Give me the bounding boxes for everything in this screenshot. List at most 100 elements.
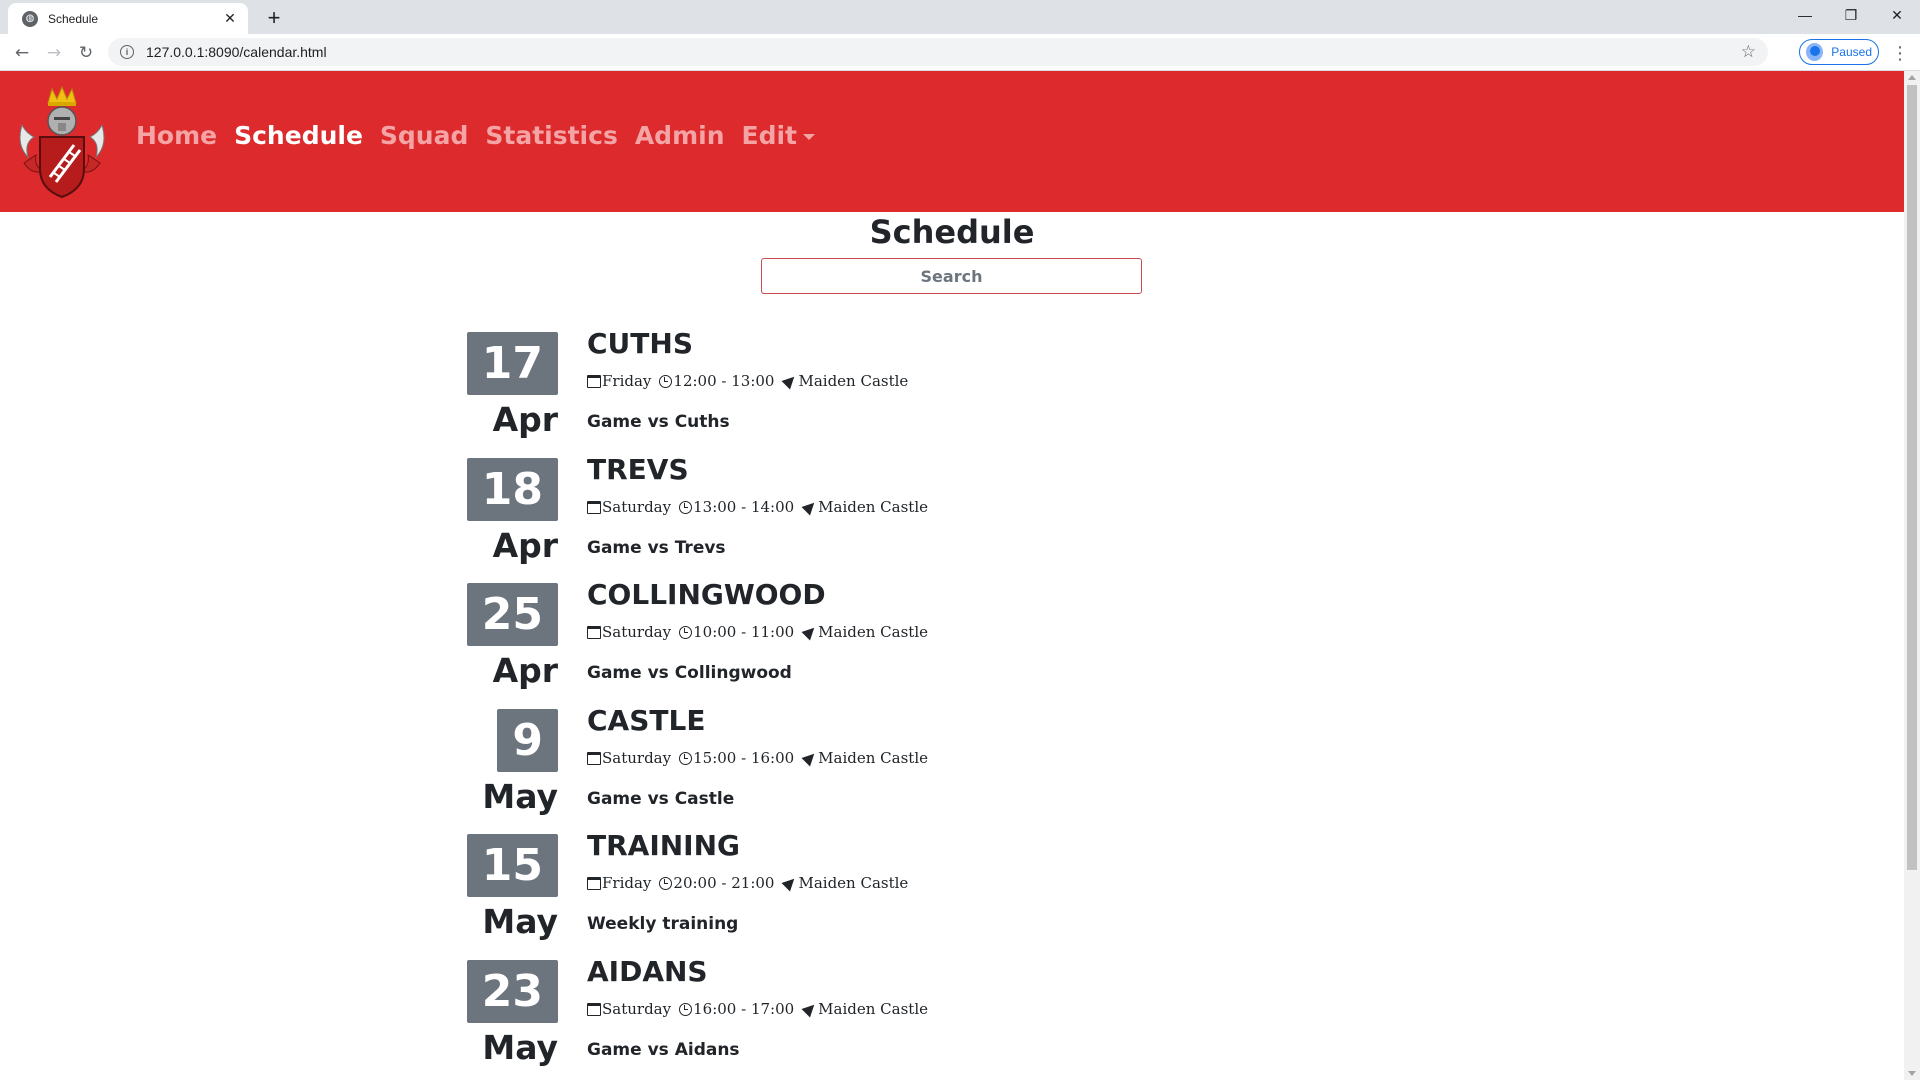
date-month: May: [482, 777, 558, 816]
calendar-icon: [587, 500, 601, 514]
reload-icon[interactable]: ↻: [72, 39, 100, 67]
new-tab-button[interactable]: +: [260, 4, 288, 32]
date-day-badge: 15: [466, 834, 558, 897]
scroll-down-arrow-icon[interactable]: [1908, 1071, 1916, 1076]
minimize-button[interactable]: —: [1782, 0, 1828, 30]
event-location: Maiden Castle: [818, 498, 928, 516]
location-arrow-icon: [801, 749, 819, 767]
event-location: Maiden Castle: [818, 1000, 928, 1018]
calendar-icon: [587, 751, 601, 765]
event-time: 12:00 - 13:00: [673, 372, 775, 390]
event-item[interactable]: 15 May TRAINING Friday 20:00 - 21:00 Mai…: [0, 824, 1904, 950]
nav-admin[interactable]: Admin: [635, 121, 725, 150]
calendar-icon: [587, 374, 601, 388]
event-item[interactable]: 18 Apr TREVS Saturday 13:00 - 14:00 Maid…: [0, 448, 1904, 574]
event-meta: Saturday 10:00 - 11:00 Maiden Castle: [587, 623, 928, 641]
clock-icon: [659, 876, 673, 890]
location-arrow-icon: [781, 874, 799, 892]
event-time: 16:00 - 17:00: [693, 1000, 795, 1018]
event-time: 10:00 - 11:00: [693, 623, 795, 641]
event-description: Weekly training: [587, 914, 739, 934]
browser-tab-bar: ◍ Schedule ✕ + — ❐ ✕: [0, 0, 1920, 34]
clock-icon: [679, 500, 693, 514]
event-meta: Friday 12:00 - 13:00 Maiden Castle: [587, 372, 908, 390]
search-input[interactable]: [761, 258, 1142, 294]
bookmark-star-icon[interactable]: ☆: [1741, 42, 1756, 62]
event-location: Maiden Castle: [798, 874, 909, 892]
event-title: COLLINGWOOD: [587, 578, 826, 611]
menu-kebab-icon[interactable]: ⋮: [1888, 39, 1912, 67]
nav-statistics[interactable]: Statistics: [485, 121, 617, 150]
avatar-icon: [1806, 43, 1824, 61]
info-icon[interactable]: i: [120, 45, 134, 59]
event-description: Game vs Collingwood: [587, 663, 792, 683]
event-title: TREVS: [587, 453, 689, 486]
clock-icon: [679, 625, 693, 639]
nav-schedule[interactable]: Schedule: [234, 121, 363, 150]
event-weekday: Friday: [602, 372, 652, 390]
event-item[interactable]: 23 May AIDANS Saturday 16:00 - 17:00 Mai…: [0, 950, 1904, 1076]
event-description: Game vs Cuths: [587, 412, 730, 432]
nav-squad[interactable]: Squad: [380, 121, 468, 150]
scrollbar-thumb[interactable]: [1907, 85, 1917, 870]
date-day-badge: 25: [466, 583, 558, 646]
calendar-icon: [587, 876, 601, 890]
tab-close-icon[interactable]: ✕: [222, 10, 238, 27]
calendar-icon: [587, 625, 601, 639]
location-arrow-icon: [801, 623, 819, 641]
event-description: Game vs Castle: [587, 789, 735, 809]
close-window-button[interactable]: ✕: [1874, 0, 1920, 30]
event-description: Game vs Aidans: [587, 1040, 740, 1060]
tab-title: Schedule: [48, 11, 99, 26]
date-day-badge: 9: [497, 709, 558, 772]
globe-icon: ◍: [22, 10, 38, 27]
date-day-badge: 18: [466, 458, 558, 521]
browser-tab[interactable]: ◍ Schedule ✕: [8, 3, 248, 34]
event-title: AIDANS: [587, 955, 708, 988]
page-title: Schedule: [869, 213, 1035, 251]
nav-links: Home Schedule Squad Statistics Admin Edi…: [136, 121, 832, 150]
address-bar[interactable]: i 127.0.0.1:8090/calendar.html ☆: [108, 38, 1768, 66]
location-arrow-icon: [781, 372, 799, 390]
date-month: Apr: [492, 526, 558, 565]
event-weekday: Saturday: [602, 1000, 672, 1018]
event-item[interactable]: 25 Apr COLLINGWOOD Saturday 10:00 - 11:0…: [0, 573, 1904, 699]
date-day-badge: 17: [466, 332, 558, 395]
scroll-up-arrow-icon[interactable]: [1908, 75, 1916, 80]
event-location: Maiden Castle: [798, 372, 909, 390]
date-month: May: [482, 1028, 558, 1067]
event-title: TRAINING: [587, 829, 741, 862]
forward-arrow-icon[interactable]: →: [40, 39, 68, 67]
event-time: 15:00 - 16:00: [693, 749, 795, 767]
profile-button[interactable]: Paused: [1799, 39, 1879, 65]
clock-icon: [659, 374, 673, 388]
url-text[interactable]: 127.0.0.1:8090/calendar.html: [146, 44, 1741, 60]
event-title: CASTLE: [587, 704, 706, 737]
caret-down-icon: [803, 134, 815, 140]
nav-home[interactable]: Home: [136, 121, 217, 150]
event-item[interactable]: 9 May CASTLE Saturday 15:00 - 16:00 Maid…: [0, 699, 1904, 825]
event-meta: Saturday 15:00 - 16:00 Maiden Castle: [587, 749, 928, 767]
date-month: Apr: [492, 400, 558, 439]
event-location: Maiden Castle: [818, 749, 928, 767]
event-meta: Saturday 16:00 - 17:00 Maiden Castle: [587, 1000, 928, 1018]
calendar-icon: [587, 1002, 601, 1016]
event-weekday: Saturday: [602, 623, 672, 641]
date-day-badge: 23: [466, 960, 558, 1023]
event-weekday: Saturday: [602, 749, 672, 767]
page-scrollbar[interactable]: [1904, 71, 1920, 1080]
nav-edit-label: Edit: [741, 121, 798, 150]
back-arrow-icon[interactable]: ←: [8, 39, 36, 67]
club-crest-logo[interactable]: [14, 85, 110, 199]
clock-icon: [679, 1002, 693, 1016]
event-weekday: Saturday: [602, 498, 672, 516]
clock-icon: [679, 751, 693, 765]
event-time: 20:00 - 21:00: [673, 874, 775, 892]
event-item[interactable]: 17 Apr CUTHS Friday 12:00 - 13:00 Maiden…: [0, 322, 1904, 448]
date-month: May: [482, 902, 558, 941]
restore-button[interactable]: ❐: [1828, 0, 1874, 30]
event-title: CUTHS: [587, 327, 693, 360]
nav-edit-dropdown[interactable]: Edit: [741, 121, 815, 150]
event-description: Game vs Trevs: [587, 538, 726, 558]
event-meta: Friday 20:00 - 21:00 Maiden Castle: [587, 874, 908, 892]
